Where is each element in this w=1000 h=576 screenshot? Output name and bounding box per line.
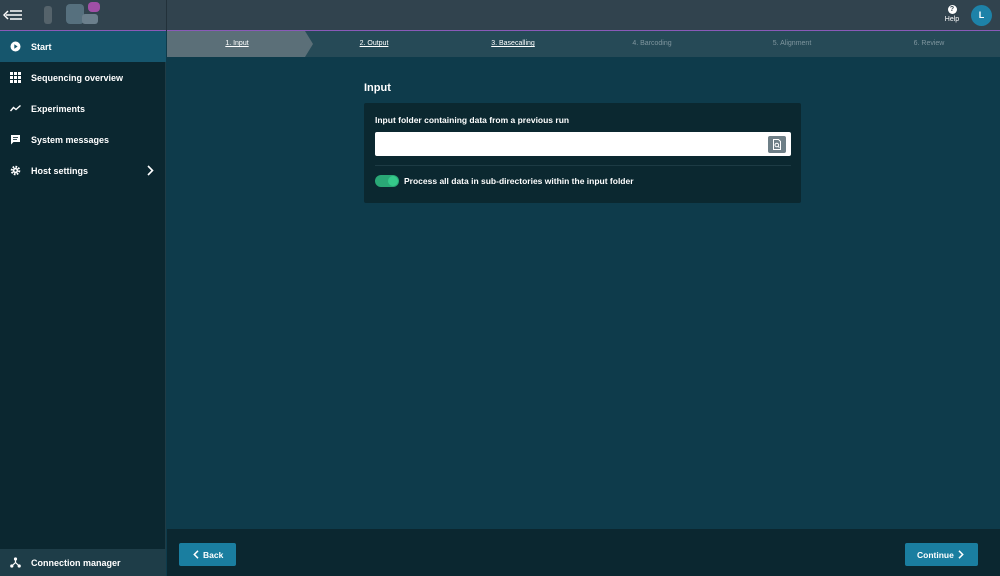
step-input[interactable]: 1. Input (217, 40, 257, 47)
menu-collapse-icon[interactable] (2, 7, 23, 23)
chevron-right-icon (958, 550, 964, 559)
play-circle-icon (10, 41, 21, 52)
grid-icon (10, 72, 21, 83)
back-button-label: Back (203, 549, 224, 560)
sidebar-item-sequencing-overview[interactable]: Sequencing overview (0, 62, 166, 93)
search-file-icon (773, 139, 781, 150)
input-card: Input folder containing data from a prev… (364, 103, 801, 203)
network-icon (10, 557, 21, 568)
user-avatar[interactable]: L (971, 5, 992, 26)
input-folder-label: Input folder containing data from a prev… (375, 115, 570, 125)
input-folder-field[interactable] (375, 132, 791, 156)
sidebar-item-label: Sequencing overview (31, 72, 124, 83)
continue-button-label: Continue (917, 549, 954, 560)
step-basecalling[interactable]: 3. Basecalling (483, 40, 543, 47)
toggle-knob (388, 176, 398, 186)
sidebar-item-system-messages[interactable]: System messages (0, 124, 166, 155)
sidebar: Start Sequencing overview Experiments Sy… (0, 31, 166, 576)
step-barcoding: 4. Barcoding (632, 40, 672, 47)
top-bar: ? Help L (0, 0, 1000, 31)
message-icon (11, 135, 20, 145)
subdirectories-toggle[interactable] (375, 175, 399, 187)
step-alignment: 5. Alignment (772, 40, 812, 47)
chevron-right-icon (147, 165, 154, 176)
sidebar-item-host-settings[interactable]: Host settings (0, 155, 166, 186)
subdirectories-toggle-label: Process all data in sub-directories with… (404, 176, 634, 186)
help-label: Help (944, 16, 960, 23)
page-title: Input (364, 82, 391, 94)
sidebar-item-label: Experiments (31, 103, 86, 114)
back-button[interactable]: Back (179, 543, 236, 566)
step-review: 6. Review (913, 40, 945, 47)
sidebar-item-label: System messages (31, 134, 110, 145)
card-divider (375, 165, 791, 166)
trend-line-icon (10, 104, 21, 112)
continue-button[interactable]: Continue (905, 543, 978, 566)
sidebar-item-experiments[interactable]: Experiments (0, 93, 166, 124)
sidebar-item-start[interactable]: Start (0, 31, 166, 62)
sidebar-item-label: Host settings (31, 165, 89, 176)
help-button[interactable]: ? Help (940, 5, 964, 27)
browse-folder-button[interactable] (768, 136, 786, 153)
connection-manager-button[interactable]: Connection manager (0, 549, 166, 576)
blurred-logo-icon (38, 2, 104, 28)
connection-manager-label: Connection manager (31, 558, 121, 568)
topbar-divider (166, 0, 167, 31)
wizard-stepper: 1. Input 2. Output 3. Basecalling 4. Bar… (167, 31, 1000, 57)
sidebar-item-label: Start (31, 41, 52, 52)
gear-icon (10, 165, 21, 176)
footer-bar: Back Continue (167, 529, 1000, 576)
help-icon: ? (947, 5, 957, 14)
chevron-left-icon (193, 550, 199, 559)
step-output[interactable]: 2. Output (349, 40, 399, 47)
